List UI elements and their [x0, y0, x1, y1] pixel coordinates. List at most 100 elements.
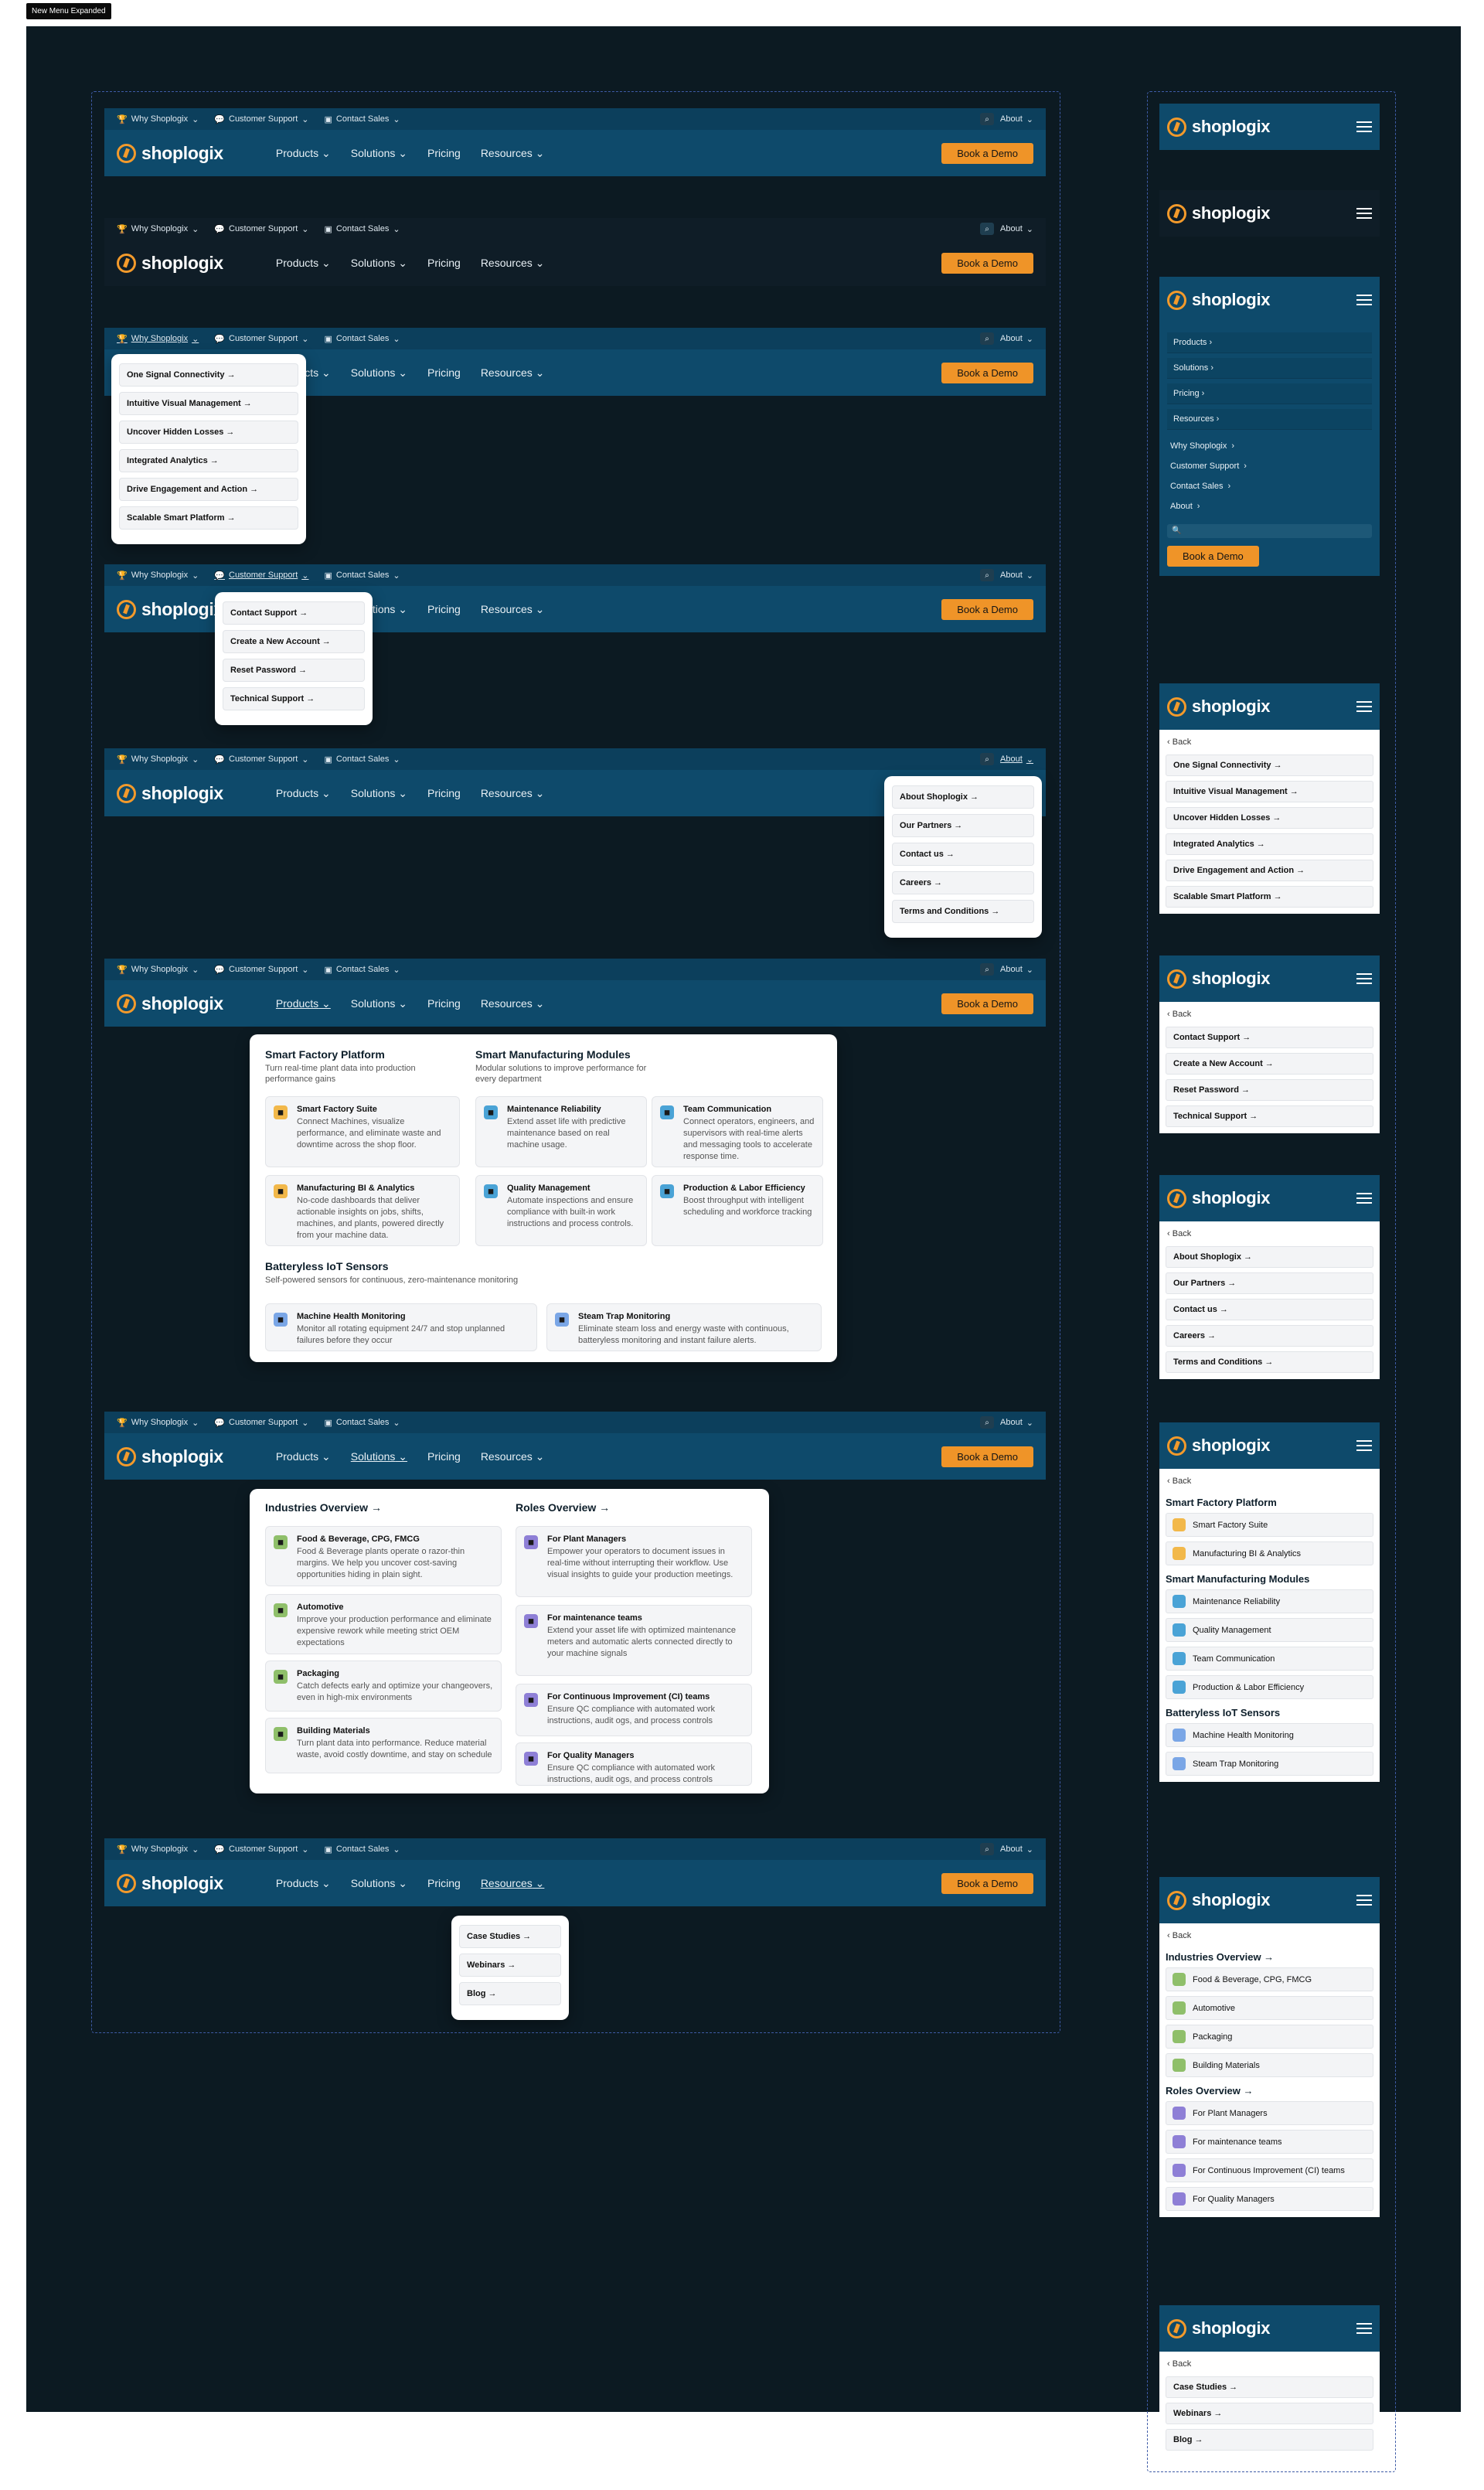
- book-demo-button[interactable]: Book a Demo: [941, 993, 1033, 1014]
- mobile-menu-item[interactable]: Drive Engagement and Action →: [1166, 860, 1373, 881]
- mobile-menu-item[interactable]: Production & Labor Efficiency: [1166, 1675, 1373, 1699]
- contact-sales-link[interactable]: ▣ Contact Sales ⌄: [324, 1845, 400, 1855]
- hamburger-icon[interactable]: [1356, 970, 1372, 987]
- menu-card[interactable]: ◼ Quality Management Automate inspections …: [475, 1175, 647, 1246]
- contact-sales-link[interactable]: ▣ Contact Sales ⌄: [324, 1418, 400, 1428]
- about-link[interactable]: About ⌄: [1000, 1418, 1033, 1428]
- about-link[interactable]: About ⌄: [1000, 1845, 1033, 1855]
- dropdown-item[interactable]: Scalable Smart Platform →: [119, 506, 298, 530]
- customer-support-link[interactable]: 💬 Customer Support ⌄: [214, 334, 308, 344]
- menu-card[interactable]: ◼ Machine Health Monitoring Monitor all ro…: [265, 1303, 537, 1351]
- nav-solutions[interactable]: Solutions ⌄: [351, 257, 407, 270]
- dropdown-item[interactable]: Contact Support →: [223, 601, 365, 625]
- back-button[interactable]: ‹ Back: [1166, 1226, 1373, 1242]
- why-shoplogix-link[interactable]: 🏆 Why Shoplogix ⌄: [117, 965, 199, 975]
- mobile-menu-item[interactable]: For maintenance teams: [1166, 2130, 1373, 2154]
- mobile-menu-item[interactable]: One Signal Connectivity →: [1166, 754, 1373, 776]
- dropdown-item[interactable]: Case Studies →: [459, 1925, 561, 1948]
- hamburger-icon[interactable]: [1356, 1892, 1372, 1909]
- nav-pricing[interactable]: Pricing: [427, 257, 461, 270]
- mobile-menu-item[interactable]: Packaging: [1166, 2025, 1373, 2049]
- brand-logo[interactable]: shoplogix: [1167, 117, 1271, 137]
- mobile-menu-item[interactable]: Scalable Smart Platform →: [1166, 886, 1373, 908]
- dropdown-item[interactable]: Our Partners →: [892, 814, 1034, 837]
- search-icon[interactable]: ⌕: [980, 569, 995, 581]
- mobile-menu-item[interactable]: Building Materials: [1166, 2053, 1373, 2077]
- nav-products[interactable]: Products ⌄: [276, 147, 331, 160]
- search-icon[interactable]: ⌕: [980, 963, 995, 976]
- section-title[interactable]: Industries Overview →: [1166, 1951, 1373, 1963]
- nav-products[interactable]: Products ⌄: [276, 997, 331, 1010]
- brand-logo[interactable]: shoplogix: [117, 1446, 223, 1467]
- nav-resources[interactable]: Resources ⌄: [481, 1877, 545, 1890]
- dropdown-item[interactable]: Uncover Hidden Losses →: [119, 421, 298, 444]
- brand-logo[interactable]: shoplogix: [1167, 203, 1271, 223]
- mobile-nav-item[interactable]: Pricing ›: [1167, 383, 1372, 404]
- nav-solutions[interactable]: Solutions ⌄: [351, 787, 407, 800]
- about-link[interactable]: About ⌄: [1000, 571, 1033, 581]
- mobile-menu-item[interactable]: Steam Trap Monitoring: [1166, 1752, 1373, 1776]
- dropdown-item[interactable]: Intuitive Visual Management →: [119, 392, 298, 415]
- nav-pricing[interactable]: Pricing: [427, 787, 461, 800]
- brand-logo[interactable]: shoplogix: [1167, 1890, 1271, 1910]
- dropdown-item[interactable]: Create a New Account →: [223, 630, 365, 653]
- back-button[interactable]: ‹ Back: [1166, 1928, 1373, 1943]
- book-demo-button[interactable]: Book a Demo: [941, 598, 1033, 620]
- menu-card[interactable]: ◼ Automotive Improve your production perfo…: [265, 1594, 502, 1654]
- customer-support-link[interactable]: 💬 Customer Support ⌄: [214, 1418, 308, 1428]
- mobile-util-item[interactable]: Why Shoplogix ›: [1167, 436, 1372, 456]
- mobile-menu-item[interactable]: Quality Management: [1166, 1618, 1373, 1642]
- contact-sales-link[interactable]: ▣ Contact Sales ⌄: [324, 571, 400, 581]
- back-button[interactable]: ‹ Back: [1166, 1473, 1373, 1489]
- nav-solutions[interactable]: Solutions ⌄: [351, 147, 407, 160]
- mobile-menu-item[interactable]: Smart Factory Suite: [1166, 1513, 1373, 1537]
- hamburger-icon[interactable]: [1356, 291, 1372, 308]
- mobile-menu-item[interactable]: Technical Support →: [1166, 1105, 1373, 1127]
- mobile-menu-item[interactable]: Integrated Analytics →: [1166, 833, 1373, 855]
- menu-card[interactable]: ◼ Packaging Catch defects early and optimi…: [265, 1661, 502, 1712]
- contact-sales-link[interactable]: ▣ Contact Sales ⌄: [324, 334, 400, 344]
- brand-logo[interactable]: shoplogix: [117, 783, 223, 804]
- hamburger-icon[interactable]: [1356, 205, 1372, 222]
- nav-products[interactable]: Products ⌄: [276, 787, 331, 800]
- menu-card[interactable]: ◼ Building Materials Turn plant data into …: [265, 1718, 502, 1773]
- search-icon[interactable]: ⌕: [980, 332, 995, 345]
- why-shoplogix-link[interactable]: 🏆 Why Shoplogix ⌄: [117, 114, 199, 124]
- mobile-menu-item[interactable]: Case Studies →: [1166, 2376, 1373, 2398]
- dropdown-item[interactable]: Terms and Conditions →: [892, 900, 1034, 923]
- why-shoplogix-link[interactable]: 🏆 Why Shoplogix ⌄: [117, 1418, 199, 1428]
- why-shoplogix-link[interactable]: 🏆 Why Shoplogix ⌄: [117, 1845, 199, 1855]
- mobile-util-item[interactable]: About ›: [1167, 496, 1372, 516]
- about-link[interactable]: About ⌄: [1000, 965, 1033, 975]
- why-shoplogix-link[interactable]: 🏆 Why Shoplogix ⌄: [117, 754, 199, 765]
- nav-pricing[interactable]: Pricing: [427, 1450, 461, 1463]
- mobile-menu-item[interactable]: Our Partners →: [1166, 1272, 1373, 1294]
- book-demo-button[interactable]: Book a Demo: [941, 252, 1033, 274]
- mobile-menu-item[interactable]: Careers →: [1166, 1325, 1373, 1347]
- nav-resources[interactable]: Resources ⌄: [481, 603, 545, 616]
- nav-pricing[interactable]: Pricing: [427, 603, 461, 616]
- dropdown-item[interactable]: Contact us →: [892, 843, 1034, 866]
- mobile-menu-item[interactable]: Intuitive Visual Management →: [1166, 781, 1373, 802]
- contact-sales-link[interactable]: ▣ Contact Sales ⌄: [324, 965, 400, 975]
- dropdown-item[interactable]: Blog →: [459, 1982, 561, 2005]
- brand-logo[interactable]: shoplogix: [1167, 2318, 1271, 2338]
- nav-pricing[interactable]: Pricing: [427, 366, 461, 380]
- mobile-menu-item[interactable]: Create a New Account →: [1166, 1053, 1373, 1075]
- search-icon[interactable]: ⌕: [980, 753, 995, 765]
- roles-title[interactable]: Roles Overview →: [516, 1501, 610, 1514]
- mobile-menu-item[interactable]: Uncover Hidden Losses →: [1166, 807, 1373, 829]
- nav-resources[interactable]: Resources ⌄: [481, 147, 545, 160]
- customer-support-link[interactable]: 💬 Customer Support ⌄: [214, 965, 308, 975]
- mobile-menu-item[interactable]: Automotive: [1166, 1996, 1373, 2020]
- menu-card[interactable]: ◼ For maintenance teams Extend your asset …: [516, 1605, 752, 1676]
- search-icon[interactable]: ⌕: [980, 1843, 995, 1855]
- nav-solutions[interactable]: Solutions ⌄: [351, 366, 407, 380]
- dropdown-item[interactable]: Careers →: [892, 871, 1034, 894]
- dropdown-item[interactable]: Webinars →: [459, 1954, 561, 1977]
- book-demo-button[interactable]: Book a Demo: [941, 1446, 1033, 1467]
- nav-products[interactable]: Products ⌄: [276, 1877, 331, 1890]
- hamburger-icon[interactable]: [1356, 1437, 1372, 1454]
- mobile-menu-item[interactable]: Blog →: [1166, 2429, 1373, 2451]
- nav-products[interactable]: Products ⌄: [276, 257, 331, 270]
